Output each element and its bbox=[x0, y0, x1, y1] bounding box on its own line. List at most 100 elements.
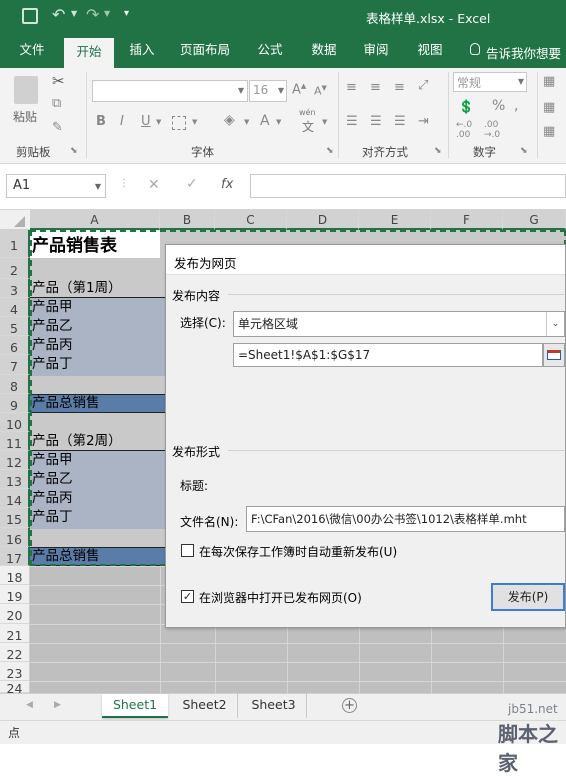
paste-button[interactable]: 粘贴 bbox=[13, 108, 37, 125]
cell-a14[interactable]: 产品丙 bbox=[30, 489, 160, 508]
chevron-down-icon[interactable]: ▼ bbox=[192, 118, 197, 126]
row-header-22[interactable]: 22 bbox=[0, 643, 30, 662]
column-header-a[interactable]: A bbox=[30, 210, 160, 230]
chevron-down-icon[interactable]: ▼ bbox=[156, 118, 161, 126]
indent-icon[interactable]: ⇥ bbox=[418, 114, 429, 129]
sheet-tab-sheet1[interactable]: Sheet1 bbox=[102, 694, 168, 718]
row-header-19[interactable]: 19 bbox=[0, 585, 30, 604]
comma-icon[interactable]: , bbox=[514, 98, 518, 114]
tab-page-layout[interactable]: 页面布局 bbox=[172, 34, 238, 68]
percent-icon[interactable]: % bbox=[492, 98, 505, 114]
copy-icon[interactable]: ⧉ bbox=[52, 96, 61, 111]
tab-file[interactable]: 文件 bbox=[8, 34, 56, 68]
row-header-12[interactable]: 12 bbox=[0, 451, 30, 470]
cell-styles-icon[interactable]: ▦ bbox=[543, 124, 555, 139]
insert-function-button[interactable]: fx bbox=[221, 177, 233, 192]
row-header-21[interactable]: 21 bbox=[0, 624, 30, 643]
cell-a3[interactable]: 产品（第1周） bbox=[30, 279, 160, 298]
auto-republish-label[interactable]: 在每次保存工作簿时自动重新发布(U) bbox=[199, 543, 397, 560]
save-icon[interactable] bbox=[22, 8, 38, 24]
row-header-23[interactable]: 23 bbox=[0, 662, 30, 681]
tab-insert[interactable]: 插入 bbox=[120, 34, 164, 68]
column-header-c[interactable]: C bbox=[215, 210, 287, 230]
alignment-launcher-icon[interactable]: ⬊ bbox=[434, 146, 442, 156]
row-header-8[interactable]: 8 bbox=[0, 375, 30, 394]
cell-a11[interactable]: 产品（第2周） bbox=[30, 432, 160, 451]
column-header-f[interactable]: F bbox=[431, 210, 503, 230]
conditional-format-icon[interactable]: ▦ bbox=[543, 74, 555, 89]
font-launcher-icon[interactable]: ⬊ bbox=[326, 146, 334, 156]
redo-icon[interactable]: ↷ bbox=[86, 5, 99, 24]
tab-view[interactable]: 视图 bbox=[408, 34, 452, 68]
scroll-right-icon[interactable]: ▶ bbox=[54, 700, 61, 710]
row-header-14[interactable]: 14 bbox=[0, 489, 30, 508]
row-header-9[interactable]: 9 bbox=[0, 394, 30, 413]
cell-a6[interactable]: 产品丙 bbox=[30, 336, 160, 355]
font-color-icon[interactable]: A bbox=[260, 113, 270, 129]
select-all-icon[interactable] bbox=[14, 216, 25, 227]
redo-dropdown-icon[interactable]: ▼ bbox=[104, 9, 110, 18]
currency-icon[interactable]: 💲 bbox=[458, 100, 474, 115]
italic-button[interactable]: I bbox=[120, 114, 124, 129]
chevron-down-icon[interactable]: ▼ bbox=[322, 118, 327, 126]
tell-me-box[interactable]: 告诉我你想要 bbox=[486, 43, 561, 62]
tab-review[interactable]: 审阅 bbox=[354, 34, 398, 68]
align-right-icon[interactable]: ☰ bbox=[394, 114, 406, 129]
sheet-tab-sheet3[interactable]: Sheet3 bbox=[241, 694, 307, 718]
align-center-icon[interactable]: ☰ bbox=[370, 114, 382, 129]
row-header-13[interactable]: 13 bbox=[0, 470, 30, 489]
tab-data[interactable]: 数据 bbox=[302, 34, 346, 68]
borders-icon[interactable] bbox=[172, 116, 186, 130]
cancel-icon[interactable]: ✕ bbox=[148, 177, 160, 193]
font-name-combo[interactable]: ▼ bbox=[92, 80, 248, 102]
name-box[interactable]: A1 ▼ bbox=[6, 174, 106, 198]
dialog-title-bar[interactable]: 发布为网页 bbox=[166, 245, 565, 275]
row-header-1[interactable]: 1 bbox=[0, 230, 30, 258]
row-header-24[interactable]: 24 bbox=[0, 681, 30, 696]
cell-a7[interactable]: 产品丁 bbox=[30, 355, 160, 374]
cell-a12[interactable]: 产品甲 bbox=[30, 451, 160, 470]
column-header-e[interactable]: E bbox=[359, 210, 431, 230]
align-left-icon[interactable]: ☰ bbox=[346, 114, 358, 129]
cell-a13[interactable]: 产品乙 bbox=[30, 470, 160, 489]
format-painter-icon[interactable]: ✎ bbox=[52, 120, 63, 135]
row-header-17[interactable]: 17 bbox=[0, 547, 30, 566]
collapse-dialog-button[interactable] bbox=[543, 343, 565, 367]
chevron-down-icon[interactable]: ▼ bbox=[276, 118, 281, 126]
customize-quick-access-icon[interactable]: ▾ bbox=[124, 8, 129, 19]
row-header-11[interactable]: 11 bbox=[0, 432, 30, 451]
tab-home[interactable]: 开始 bbox=[64, 38, 114, 68]
cell-a17[interactable]: 产品总销售 bbox=[30, 547, 160, 566]
number-launcher-icon[interactable]: ⬊ bbox=[520, 146, 528, 156]
publish-button[interactable]: 发布(P) bbox=[491, 583, 565, 611]
cell-a5[interactable]: 产品乙 bbox=[30, 317, 160, 336]
tab-formulas[interactable]: 公式 bbox=[248, 34, 292, 68]
cut-icon[interactable]: ✂ bbox=[52, 72, 65, 90]
clipboard-launcher-icon[interactable]: ⬊ bbox=[70, 146, 78, 156]
select-dropdown[interactable]: 单元格区域 ⌄ bbox=[233, 311, 565, 337]
row-header-15[interactable]: 15 bbox=[0, 508, 30, 528]
sheet-tab-sheet2[interactable]: Sheet2 bbox=[172, 694, 238, 718]
format-table-icon[interactable]: ▦ bbox=[543, 100, 555, 115]
range-input[interactable]: =Sheet1!$A$1:$G$17 bbox=[233, 343, 543, 367]
fill-color-icon[interactable]: ◈ bbox=[224, 112, 235, 128]
add-sheet-icon[interactable]: + bbox=[342, 698, 357, 713]
cell-a4[interactable]: 产品甲 bbox=[30, 298, 160, 317]
undo-dropdown-icon[interactable]: ▼ bbox=[71, 9, 77, 18]
chevron-down-icon[interactable]: ▼ bbox=[244, 118, 249, 126]
row-header-18[interactable]: 18 bbox=[0, 566, 30, 585]
increase-decimal-icon[interactable]: ←.0.00 bbox=[456, 120, 472, 140]
bold-button[interactable]: B bbox=[96, 114, 106, 129]
column-header-b[interactable]: B bbox=[160, 210, 215, 230]
open-in-browser-label[interactable]: 在浏览器中打开已发布网页(O) bbox=[199, 589, 362, 606]
increase-font-icon[interactable]: A▲ bbox=[292, 82, 306, 97]
cell-a9[interactable]: 产品总销售 bbox=[30, 394, 160, 413]
row-header-20[interactable]: 20 bbox=[0, 604, 30, 624]
open-in-browser-checkbox[interactable]: ✓ bbox=[181, 590, 194, 603]
auto-republish-checkbox[interactable] bbox=[181, 544, 194, 557]
column-header-d[interactable]: D bbox=[287, 210, 359, 230]
row-header-7[interactable]: 7 bbox=[0, 355, 30, 375]
row-header-6[interactable]: 6 bbox=[0, 336, 30, 355]
undo-icon[interactable]: ↶ bbox=[52, 5, 65, 24]
row-header-16[interactable]: 16 bbox=[0, 528, 30, 547]
